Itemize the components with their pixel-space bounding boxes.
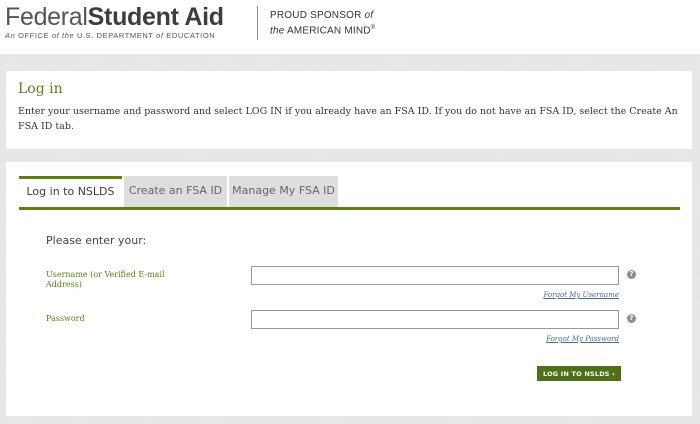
password-help-icon[interactable]: ? bbox=[627, 314, 636, 323]
username-input[interactable] bbox=[251, 266, 619, 285]
intro-text: Enter your username and password and sel… bbox=[18, 106, 678, 132]
page-title: Log in bbox=[18, 81, 63, 97]
tab-bar: Log in to NSLDS Create an FSA ID Manage … bbox=[19, 176, 680, 210]
header-divider bbox=[257, 6, 258, 40]
password-label: Password bbox=[46, 314, 85, 323]
login-intro-panel: Log in Enter your username and password … bbox=[6, 71, 692, 149]
logo-subtitle: An OFFICE of the U.S. DEPARTMENT of EDUC… bbox=[5, 31, 216, 40]
username-help-icon[interactable]: ? bbox=[627, 270, 636, 279]
tab-create-fsa-id[interactable]: Create an FSA ID bbox=[124, 176, 227, 207]
forgot-username-link[interactable]: Forgot My Username bbox=[543, 291, 619, 299]
form-prompt: Please enter your: bbox=[46, 234, 147, 247]
tab-manage-fsa-id[interactable]: Manage My FSA ID bbox=[229, 176, 338, 207]
login-panel: Log in to NSLDS Create an FSA ID Manage … bbox=[6, 162, 692, 416]
federal-student-aid-logo[interactable]: FederalStudent Aid bbox=[5, 2, 224, 32]
site-header: FederalStudent Aid An OFFICE of the U.S.… bbox=[0, 0, 700, 54]
tab-login-nslds[interactable]: Log in to NSLDS bbox=[19, 176, 122, 207]
logo-federal-text: Federal bbox=[5, 3, 88, 31]
sponsor-tagline: PROUD SPONSOR of the AMERICAN MIND® bbox=[270, 10, 376, 37]
password-input[interactable] bbox=[251, 310, 619, 329]
username-label: Username (or Verified E-mail Address) bbox=[46, 270, 165, 289]
logo-student-aid-text: Student Aid bbox=[87, 3, 224, 31]
forgot-password-link[interactable]: Forgot My Password bbox=[546, 335, 619, 343]
login-submit-button[interactable]: LOG IN TO NSLDS › bbox=[537, 366, 621, 381]
